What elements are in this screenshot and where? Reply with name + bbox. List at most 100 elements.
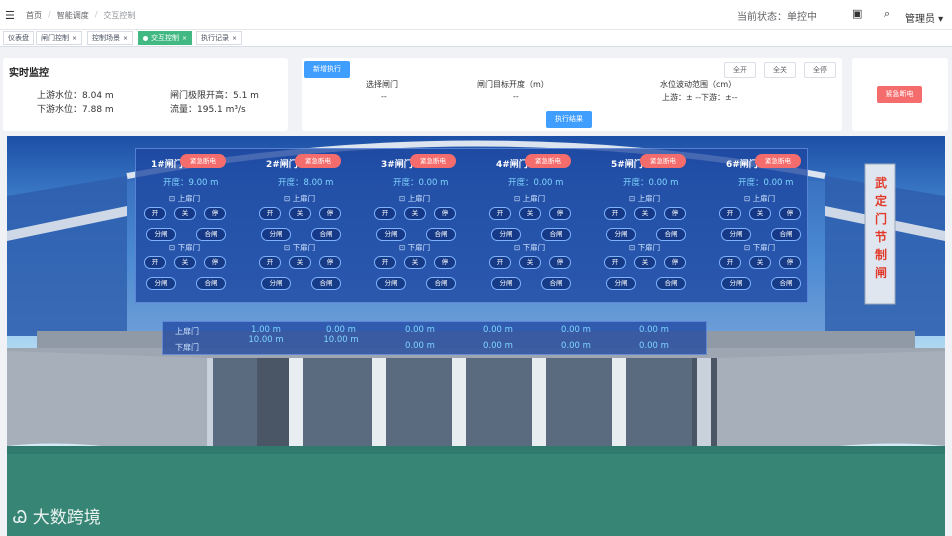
lower-leaf-stop-button[interactable]: 停 bbox=[204, 256, 226, 269]
lower-leaf-open-button[interactable]: 开 bbox=[489, 256, 511, 269]
lower-leaf-merge-button[interactable]: 合闸 bbox=[656, 277, 686, 290]
upper-leaf-merge-button[interactable]: 合闸 bbox=[656, 228, 686, 241]
upper-leaf-stop-button[interactable]: 停 bbox=[319, 207, 341, 220]
upper-leaf-open-button[interactable]: 开 bbox=[489, 207, 511, 220]
gate-emergency-button[interactable]: 紧急断电 bbox=[755, 154, 801, 168]
close-icon[interactable]: × bbox=[72, 35, 77, 42]
tab-interactive-control[interactable]: 交互控制 × bbox=[138, 31, 193, 45]
upper-leaf-open-button[interactable]: 开 bbox=[374, 207, 396, 220]
stop-all-button[interactable]: 全停 bbox=[804, 62, 836, 78]
upper-leaf-merge-button[interactable]: 合闸 bbox=[311, 228, 341, 241]
lower-leaf-split-button[interactable]: 分闸 bbox=[376, 277, 406, 290]
col-target-opening: 闸门目标开度（m） bbox=[477, 80, 549, 89]
lower-leaf-split-button[interactable]: 分闸 bbox=[491, 277, 521, 290]
upper-leaf-merge-button[interactable]: 合闸 bbox=[426, 228, 456, 241]
lower-leaf-title: ⊡ 下扉门 bbox=[744, 242, 775, 253]
user-menu[interactable]: 管理员 ▾ bbox=[905, 10, 943, 25]
menu-toggle-icon[interactable]: ☰ bbox=[5, 9, 15, 22]
lower-leaf-close-button[interactable]: 关 bbox=[289, 256, 311, 269]
tab-control-scene[interactable]: 控制场景 × bbox=[87, 31, 134, 45]
gate-emergency-button[interactable]: 紧急断电 bbox=[410, 154, 456, 168]
upper-leaf-stop-button[interactable]: 停 bbox=[779, 207, 801, 220]
status-label: 当前状态： bbox=[737, 12, 787, 23]
lower-leaf-split-button[interactable]: 分闸 bbox=[146, 277, 176, 290]
lower-leaf-stop-button[interactable]: 停 bbox=[549, 256, 571, 269]
lower-leaf-merge-button[interactable]: 合闸 bbox=[426, 277, 456, 290]
close-all-button[interactable]: 全关 bbox=[764, 62, 796, 78]
close-icon[interactable]: × bbox=[232, 35, 237, 42]
watermark-logo: Ꮚ 大数跨境 bbox=[13, 503, 101, 528]
search-icon[interactable]: ⌕ bbox=[884, 7, 890, 21]
upper-leaf-merge-button[interactable]: 合闸 bbox=[771, 228, 801, 241]
upper-leaf-close-button[interactable]: 关 bbox=[289, 207, 311, 220]
tab-dashboard[interactable]: 仪表盘 bbox=[3, 31, 34, 45]
lower-leaf-split-button[interactable]: 分闸 bbox=[261, 277, 291, 290]
lower-leaf-stop-button[interactable]: 停 bbox=[664, 256, 686, 269]
upper-leaf-close-button[interactable]: 关 bbox=[404, 207, 426, 220]
lower-leaf-close-button[interactable]: 关 bbox=[519, 256, 541, 269]
lower-leaf-value: 0.00 m bbox=[561, 341, 591, 351]
lower-leaf-stop-button[interactable]: 停 bbox=[319, 256, 341, 269]
lower-leaf-merge-button[interactable]: 合闸 bbox=[311, 277, 341, 290]
gate-emergency-button[interactable]: 紧急断电 bbox=[295, 154, 341, 168]
lower-leaf-open-button[interactable]: 开 bbox=[144, 256, 166, 269]
upper-leaf-merge-button[interactable]: 合闸 bbox=[541, 228, 571, 241]
lower-leaf-split-button[interactable]: 分闸 bbox=[606, 277, 636, 290]
lower-leaf-close-button[interactable]: 关 bbox=[634, 256, 656, 269]
lower-leaf-title: ⊡ 下扉门 bbox=[284, 242, 315, 253]
upper-leaf-close-button[interactable]: 关 bbox=[749, 207, 771, 220]
gate-leaf-icon: ⊡ bbox=[629, 194, 638, 203]
breadcrumb-dispatch[interactable]: 智能调度 bbox=[57, 10, 89, 21]
lower-leaf-close-button[interactable]: 关 bbox=[404, 256, 426, 269]
upper-leaf-open-button[interactable]: 开 bbox=[719, 207, 741, 220]
close-icon[interactable]: × bbox=[123, 35, 128, 42]
upper-leaf-stop-button[interactable]: 停 bbox=[204, 207, 226, 220]
gate-emergency-button[interactable]: 紧急断电 bbox=[180, 154, 226, 168]
close-icon[interactable]: × bbox=[182, 35, 187, 42]
new-execution-button[interactable]: 新增执行 bbox=[304, 61, 350, 78]
upper-leaf-open-button[interactable]: 开 bbox=[144, 207, 166, 220]
tab-label: 交互控制 bbox=[151, 34, 179, 42]
upper-leaf-close-button[interactable]: 关 bbox=[634, 207, 656, 220]
sluice-name-banner: 武定门节制闸 bbox=[874, 176, 887, 280]
lower-leaf-stop-button[interactable]: 停 bbox=[779, 256, 801, 269]
lower-leaf-split-button[interactable]: 分闸 bbox=[721, 277, 751, 290]
upper-leaf-close-button[interactable]: 关 bbox=[174, 207, 196, 220]
lower-leaf-close-button[interactable]: 关 bbox=[749, 256, 771, 269]
lower-leaf-merge-button[interactable]: 合闸 bbox=[771, 277, 801, 290]
gate-leaf-icon: ⊡ bbox=[284, 243, 293, 252]
upper-leaf-close-button[interactable]: 关 bbox=[519, 207, 541, 220]
upper-leaf-stop-button[interactable]: 停 bbox=[434, 207, 456, 220]
tab-exec-record[interactable]: 执行记录 × bbox=[196, 31, 243, 45]
execution-result-button[interactable]: 执行结果 bbox=[546, 111, 592, 128]
upper-leaf-open-button[interactable]: 开 bbox=[604, 207, 626, 220]
lower-leaf-value: 0.00 m bbox=[639, 341, 669, 351]
open-all-button[interactable]: 全开 bbox=[724, 62, 756, 78]
upper-leaf-stop-button[interactable]: 停 bbox=[549, 207, 571, 220]
lower-leaf-close-button[interactable]: 关 bbox=[174, 256, 196, 269]
upper-leaf-split-button[interactable]: 分闸 bbox=[491, 228, 521, 241]
lower-leaf-stop-button[interactable]: 停 bbox=[434, 256, 456, 269]
upper-leaf-split-button[interactable]: 分闸 bbox=[261, 228, 291, 241]
gate-emergency-button[interactable]: 紧急断电 bbox=[640, 154, 686, 168]
emergency-power-off-button[interactable]: 紧急断电 bbox=[877, 86, 922, 103]
execution-card: 新增执行 选择闸门 闸门目标开度（m） 水位波动范围（cm） -- -- 上游：… bbox=[302, 58, 842, 131]
upper-leaf-open-button[interactable]: 开 bbox=[259, 207, 281, 220]
tab-gate-control[interactable]: 闸门控制 × bbox=[36, 31, 83, 45]
upstream-level: 上游水位：8.04 m bbox=[37, 91, 114, 101]
breadcrumb-home[interactable]: 首页 bbox=[26, 10, 42, 21]
lower-leaf-merge-button[interactable]: 合闸 bbox=[196, 277, 226, 290]
lower-leaf-open-button[interactable]: 开 bbox=[374, 256, 396, 269]
upper-leaf-stop-button[interactable]: 停 bbox=[664, 207, 686, 220]
upper-leaf-split-button[interactable]: 分闸 bbox=[376, 228, 406, 241]
lower-leaf-merge-button[interactable]: 合闸 bbox=[541, 277, 571, 290]
upper-leaf-merge-button[interactable]: 合闸 bbox=[196, 228, 226, 241]
upper-leaf-split-button[interactable]: 分闸 bbox=[146, 228, 176, 241]
lower-leaf-open-button[interactable]: 开 bbox=[604, 256, 626, 269]
lower-leaf-open-button[interactable]: 开 bbox=[259, 256, 281, 269]
upper-leaf-split-button[interactable]: 分闸 bbox=[606, 228, 636, 241]
calculator-icon[interactable]: ▣ bbox=[852, 7, 862, 20]
gate-emergency-button[interactable]: 紧急断电 bbox=[525, 154, 571, 168]
lower-leaf-open-button[interactable]: 开 bbox=[719, 256, 741, 269]
upper-leaf-split-button[interactable]: 分闸 bbox=[721, 228, 751, 241]
